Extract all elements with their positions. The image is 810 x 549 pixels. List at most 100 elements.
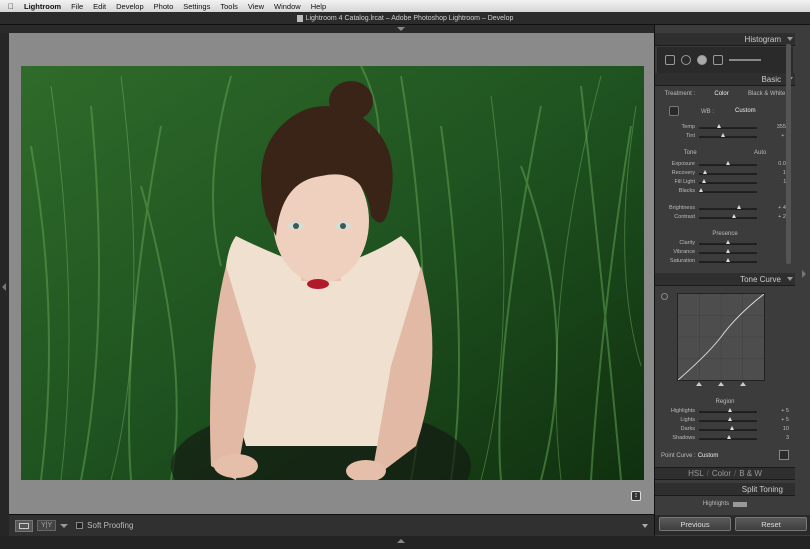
slider-knob-icon[interactable] [737,205,742,209]
wb-preset-dropdown[interactable]: Custom [735,108,756,114]
slider-track[interactable] [699,173,757,175]
slider-lights[interactable]: Lights + 5 [659,417,793,424]
tone-curve-graph[interactable] [677,293,765,381]
red-eye-tool-icon[interactable] [697,55,707,65]
right-panel-toggle-icon[interactable] [802,270,806,278]
slider-knob-icon[interactable] [698,188,703,192]
slider-vibrance[interactable]: Vibrance0 [659,249,793,256]
previous-button[interactable]: Previous [659,517,731,531]
zoom-info-button[interactable]: ↕ [631,491,641,501]
view-options-chevron-icon[interactable] [60,523,69,528]
slider-value[interactable]: 3 [769,435,789,441]
point-curve-edit-icon[interactable] [779,450,789,460]
tone-curve-split-handles[interactable] [677,382,765,388]
point-curve-dropdown[interactable]: Custom [698,453,719,459]
slider-darks[interactable]: Darks 10 [659,426,793,433]
tone-curve-collapse-icon[interactable] [787,277,793,281]
left-panel-toggle-strip[interactable] [0,33,9,536]
slider-knob-icon[interactable] [725,258,730,262]
split-handle-shadows[interactable] [696,382,702,386]
slider-temp[interactable]: Temp 3550 [659,124,793,131]
highlights-color-swatch[interactable] [733,501,748,507]
menu-file[interactable]: File [71,2,83,11]
photo-preview[interactable] [21,66,644,480]
apple-menu-icon[interactable]:  [8,2,14,11]
treatment-bw-button[interactable]: Black & White [748,91,785,101]
bottom-panel-toggle-strip[interactable] [0,536,810,549]
treatment-color-button[interactable]: Color [714,91,728,101]
slider-knob-icon[interactable] [720,133,725,137]
spot-removal-tool-icon[interactable] [681,55,691,65]
tab-bw[interactable]: B & W [739,469,762,478]
slider-track[interactable] [699,127,757,129]
reset-button[interactable]: Reset [735,517,807,531]
toolbar-menu-chevron-icon[interactable] [642,524,648,528]
soft-proofing-checkbox[interactable] [76,522,84,529]
tone-curve-panel-header[interactable]: Tone Curve [655,273,795,286]
slider-knob-icon[interactable] [702,179,707,183]
before-after-view-button[interactable]: Y|Y [37,520,57,531]
slider-knob-icon[interactable] [703,170,708,174]
slider-knob-icon[interactable] [730,426,735,430]
top-panel-toggle-icon[interactable] [397,27,405,31]
slider-shadows[interactable]: Shadows 3 [659,435,793,442]
slider-knob-icon[interactable] [727,417,732,421]
slider-recovery[interactable]: Recovery15 [659,170,793,177]
slider-track[interactable] [699,191,757,193]
split-handle-highlights[interactable] [740,382,746,386]
slider-track[interactable] [699,429,757,431]
slider-value[interactable]: + 5 [769,408,789,414]
menu-settings[interactable]: Settings [183,2,210,11]
slider-track[interactable] [699,182,757,184]
loupe-view-button[interactable] [15,519,33,532]
slider-clarity[interactable]: Clarity0 [659,240,793,247]
bottom-panel-toggle-icon[interactable] [397,539,405,543]
slider-highlights[interactable]: Highlights + 5 [659,408,793,415]
menu-lightroom[interactable]: Lightroom [24,2,61,11]
tab-hsl[interactable]: HSL [688,469,704,478]
slider-saturation[interactable]: Saturation0 [659,258,793,265]
left-panel-toggle-icon[interactable] [2,283,6,291]
menu-window[interactable]: Window [274,2,301,11]
white-balance-dropper-icon[interactable] [669,106,679,116]
menu-develop[interactable]: Develop [116,2,144,11]
split-toning-panel-header[interactable]: Split Toning [655,483,795,496]
menu-view[interactable]: View [248,2,264,11]
slider-track[interactable] [699,208,757,210]
histogram-panel-header[interactable]: Histogram [655,33,795,46]
hsl-panel-header[interactable]: HSL / Color / B & W [655,467,795,480]
slider-brightness[interactable]: Brightness + 46 [659,205,793,212]
slider-value[interactable]: 10 [769,426,789,432]
slider-value[interactable]: + 5 [769,417,789,423]
slider-knob-icon[interactable] [726,435,731,439]
slider-knob-icon[interactable] [725,240,730,244]
basic-panel-header[interactable]: Basic [655,73,795,86]
panel-scrollbar[interactable] [786,44,791,264]
adjustment-brush-tool-icon[interactable] [729,59,761,61]
menu-tools[interactable]: Tools [220,2,238,11]
slider-contrast[interactable]: Contrast + 25 [659,214,793,221]
tone-auto-button[interactable]: Auto [754,150,766,156]
slider-knob-icon[interactable] [725,161,730,165]
slider-knob-icon[interactable] [716,124,721,128]
top-panel-toggle-strip[interactable] [0,25,654,33]
menu-edit[interactable]: Edit [93,2,106,11]
slider-knob-icon[interactable] [727,408,732,412]
graduated-filter-tool-icon[interactable] [713,55,723,65]
slider-track[interactable] [699,217,757,219]
slider-fill-light[interactable]: Fill Light11 [659,179,793,186]
menu-photo[interactable]: Photo [154,2,174,11]
slider-knob-icon[interactable] [732,214,737,218]
slider-label: Fill Light [674,179,695,185]
slider-track[interactable] [699,136,757,138]
crop-tool-icon[interactable] [665,55,675,65]
menu-help[interactable]: Help [311,2,326,11]
slider-tint[interactable]: Tint+ 7 [659,133,793,140]
tab-color[interactable]: Color [712,469,731,478]
slider-exposure[interactable]: Exposure 0.00 [659,161,793,168]
histogram-collapse-icon[interactable] [787,37,793,41]
slider-knob-icon[interactable] [725,249,730,253]
targeted-adjustment-icon[interactable] [661,293,668,300]
slider-blacks[interactable]: Blacks0 [659,188,793,195]
split-handle-midtones[interactable] [718,382,724,386]
